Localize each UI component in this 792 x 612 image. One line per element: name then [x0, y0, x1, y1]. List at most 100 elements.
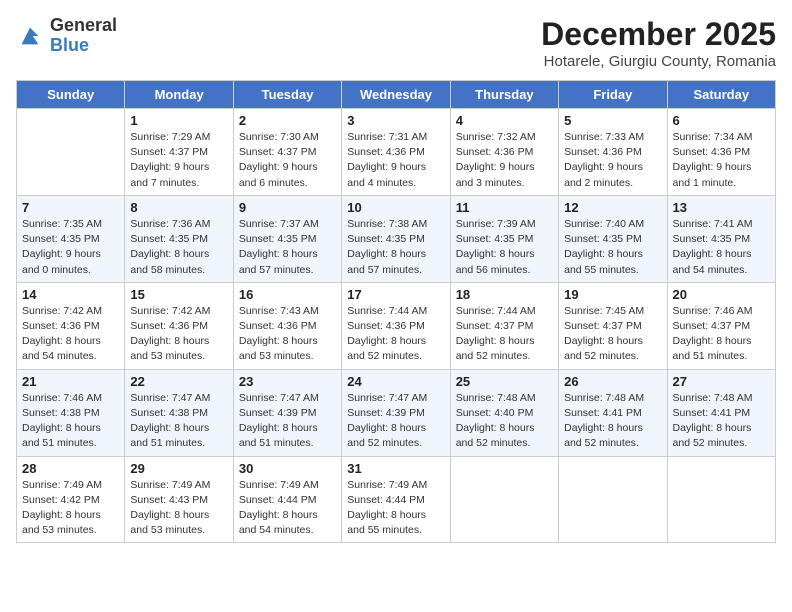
weekday-header: Friday	[559, 81, 667, 109]
calendar-cell: 31 Sunrise: 7:49 AM Sunset: 4:44 PM Dayli…	[342, 456, 450, 543]
logo-icon	[16, 22, 44, 50]
title-block: December 2025 Hotarele, Giurgiu County, …	[541, 16, 776, 70]
day-info: Sunrise: 7:39 AM Sunset: 4:35 PM Dayligh…	[456, 217, 553, 278]
weekday-header: Wednesday	[342, 81, 450, 109]
day-number: 30	[239, 461, 336, 476]
calendar-cell: 19 Sunrise: 7:45 AM Sunset: 4:37 PM Dayli…	[559, 282, 667, 369]
day-number: 26	[564, 374, 661, 389]
day-number: 11	[456, 200, 553, 215]
day-number: 27	[673, 374, 770, 389]
day-info: Sunrise: 7:37 AM Sunset: 4:35 PM Dayligh…	[239, 217, 336, 278]
day-info: Sunrise: 7:46 AM Sunset: 4:38 PM Dayligh…	[22, 391, 119, 452]
calendar-row: 14 Sunrise: 7:42 AM Sunset: 4:36 PM Dayli…	[17, 282, 776, 369]
calendar-cell: 20Sunrise: 7:46 AM Sunset: 4:37 PM Dayli…	[667, 282, 775, 369]
day-number: 1	[130, 113, 227, 128]
day-info: Sunrise: 7:29 AM Sunset: 4:37 PM Dayligh…	[130, 130, 227, 191]
calendar-cell: 11 Sunrise: 7:39 AM Sunset: 4:35 PM Dayli…	[450, 195, 558, 282]
calendar-cell: 15 Sunrise: 7:42 AM Sunset: 4:36 PM Dayli…	[125, 282, 233, 369]
day-number: 18	[456, 287, 553, 302]
calendar-row: 1 Sunrise: 7:29 AM Sunset: 4:37 PM Daylig…	[17, 109, 776, 196]
calendar-cell	[559, 456, 667, 543]
calendar-cell: 26 Sunrise: 7:48 AM Sunset: 4:41 PM Dayli…	[559, 369, 667, 456]
calendar-cell: 12 Sunrise: 7:40 AM Sunset: 4:35 PM Dayli…	[559, 195, 667, 282]
day-info: Sunrise: 7:38 AM Sunset: 4:35 PM Dayligh…	[347, 217, 444, 278]
calendar-cell: 3 Sunrise: 7:31 AM Sunset: 4:36 PM Daylig…	[342, 109, 450, 196]
day-number: 2	[239, 113, 336, 128]
day-number: 31	[347, 461, 444, 476]
calendar-cell: 22 Sunrise: 7:47 AM Sunset: 4:38 PM Dayli…	[125, 369, 233, 456]
day-number: 29	[130, 461, 227, 476]
day-info: Sunrise: 7:44 AM Sunset: 4:36 PM Dayligh…	[347, 304, 444, 365]
weekday-header-row: SundayMondayTuesdayWednesdayThursdayFrid…	[17, 81, 776, 109]
calendar-cell	[667, 456, 775, 543]
day-info: Sunrise: 7:49 AM Sunset: 4:43 PM Dayligh…	[130, 478, 227, 539]
day-info: Sunrise: 7:42 AM Sunset: 4:36 PM Dayligh…	[22, 304, 119, 365]
day-number: 19	[564, 287, 661, 302]
day-info: Sunrise: 7:49 AM Sunset: 4:44 PM Dayligh…	[239, 478, 336, 539]
weekday-header: Monday	[125, 81, 233, 109]
calendar-cell	[450, 456, 558, 543]
day-number: 16	[239, 287, 336, 302]
day-info: Sunrise: 7:30 AM Sunset: 4:37 PM Dayligh…	[239, 130, 336, 191]
calendar-cell: 1 Sunrise: 7:29 AM Sunset: 4:37 PM Daylig…	[125, 109, 233, 196]
day-number: 8	[130, 200, 227, 215]
day-info: Sunrise: 7:31 AM Sunset: 4:36 PM Dayligh…	[347, 130, 444, 191]
day-number: 9	[239, 200, 336, 215]
day-number: 25	[456, 374, 553, 389]
day-number: 4	[456, 113, 553, 128]
weekday-header: Thursday	[450, 81, 558, 109]
calendar-row: 28 Sunrise: 7:49 AM Sunset: 4:42 PM Dayli…	[17, 456, 776, 543]
day-number: 28	[22, 461, 119, 476]
day-number: 14	[22, 287, 119, 302]
day-number: 3	[347, 113, 444, 128]
day-info: Sunrise: 7:36 AM Sunset: 4:35 PM Dayligh…	[130, 217, 227, 278]
day-info: Sunrise: 7:42 AM Sunset: 4:36 PM Dayligh…	[130, 304, 227, 365]
day-number: 10	[347, 200, 444, 215]
day-info: Sunrise: 7:35 AM Sunset: 4:35 PM Dayligh…	[22, 217, 119, 278]
calendar-cell: 18 Sunrise: 7:44 AM Sunset: 4:37 PM Dayli…	[450, 282, 558, 369]
weekday-header: Sunday	[17, 81, 125, 109]
logo-text: General Blue	[50, 16, 117, 56]
day-info: Sunrise: 7:47 AM Sunset: 4:38 PM Dayligh…	[130, 391, 227, 452]
calendar-cell: 14 Sunrise: 7:42 AM Sunset: 4:36 PM Dayli…	[17, 282, 125, 369]
weekday-header: Tuesday	[233, 81, 341, 109]
day-info: Sunrise: 7:49 AM Sunset: 4:42 PM Dayligh…	[22, 478, 119, 539]
day-info: Sunrise: 7:48 AM Sunset: 4:41 PM Dayligh…	[673, 391, 770, 452]
weekday-header: Saturday	[667, 81, 775, 109]
day-number: 24	[347, 374, 444, 389]
calendar-cell: 29 Sunrise: 7:49 AM Sunset: 4:43 PM Dayli…	[125, 456, 233, 543]
calendar-cell: 25Sunrise: 7:48 AM Sunset: 4:40 PM Dayli…	[450, 369, 558, 456]
day-number: 5	[564, 113, 661, 128]
day-info: Sunrise: 7:44 AM Sunset: 4:37 PM Dayligh…	[456, 304, 553, 365]
calendar-cell: 9 Sunrise: 7:37 AM Sunset: 4:35 PM Daylig…	[233, 195, 341, 282]
day-number: 20	[673, 287, 770, 302]
day-number: 23	[239, 374, 336, 389]
logo: General Blue	[16, 16, 117, 56]
day-number: 22	[130, 374, 227, 389]
calendar-cell: 2 Sunrise: 7:30 AM Sunset: 4:37 PM Daylig…	[233, 109, 341, 196]
day-number: 7	[22, 200, 119, 215]
calendar-cell: 24 Sunrise: 7:47 AM Sunset: 4:39 PM Dayli…	[342, 369, 450, 456]
calendar-row: 21Sunrise: 7:46 AM Sunset: 4:38 PM Dayli…	[17, 369, 776, 456]
location-subtitle: Hotarele, Giurgiu County, Romania	[541, 53, 776, 70]
day-info: Sunrise: 7:47 AM Sunset: 4:39 PM Dayligh…	[239, 391, 336, 452]
day-info: Sunrise: 7:34 AM Sunset: 4:36 PM Dayligh…	[673, 130, 770, 191]
day-info: Sunrise: 7:40 AM Sunset: 4:35 PM Dayligh…	[564, 217, 661, 278]
day-info: Sunrise: 7:43 AM Sunset: 4:36 PM Dayligh…	[239, 304, 336, 365]
page-header: General Blue December 2025 Hotarele, Giu…	[16, 16, 776, 70]
calendar-cell: 16 Sunrise: 7:43 AM Sunset: 4:36 PM Dayli…	[233, 282, 341, 369]
day-info: Sunrise: 7:47 AM Sunset: 4:39 PM Dayligh…	[347, 391, 444, 452]
calendar-cell: 30 Sunrise: 7:49 AM Sunset: 4:44 PM Dayli…	[233, 456, 341, 543]
day-number: 15	[130, 287, 227, 302]
day-number: 6	[673, 113, 770, 128]
calendar-cell: 7 Sunrise: 7:35 AM Sunset: 4:35 PM Daylig…	[17, 195, 125, 282]
day-info: Sunrise: 7:45 AM Sunset: 4:37 PM Dayligh…	[564, 304, 661, 365]
day-number: 12	[564, 200, 661, 215]
day-info: Sunrise: 7:33 AM Sunset: 4:36 PM Dayligh…	[564, 130, 661, 191]
calendar-cell: 21Sunrise: 7:46 AM Sunset: 4:38 PM Dayli…	[17, 369, 125, 456]
calendar-cell: 13Sunrise: 7:41 AM Sunset: 4:35 PM Dayli…	[667, 195, 775, 282]
day-info: Sunrise: 7:49 AM Sunset: 4:44 PM Dayligh…	[347, 478, 444, 539]
day-info: Sunrise: 7:48 AM Sunset: 4:41 PM Dayligh…	[564, 391, 661, 452]
calendar-cell: 27 Sunrise: 7:48 AM Sunset: 4:41 PM Dayli…	[667, 369, 775, 456]
calendar-cell: 4Sunrise: 7:32 AM Sunset: 4:36 PM Daylig…	[450, 109, 558, 196]
